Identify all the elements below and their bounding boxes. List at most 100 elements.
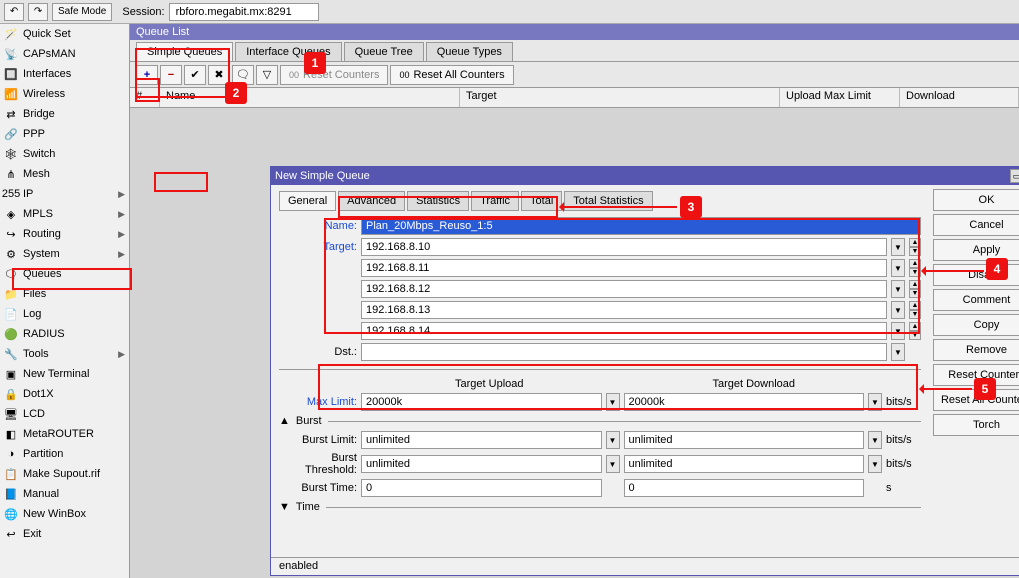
apply-button[interactable]: Apply [933,239,1019,261]
time-section-toggle[interactable]: ▼Time [279,501,921,513]
col-upmax[interactable]: Upload Max Limit [780,88,900,107]
reset-all-counters-button[interactable]: 00Reset All Counters [390,65,513,85]
dialog-tab-general[interactable]: General [279,191,336,211]
name-input[interactable] [361,217,921,235]
add-button[interactable]: + [136,65,158,85]
target-down-0[interactable]: ▼ [909,247,921,256]
col-target[interactable]: Target [460,88,780,107]
remove-button[interactable]: − [160,65,182,85]
burst-threshold-download-input[interactable] [624,455,865,473]
target-down-1[interactable]: ▼ [909,268,921,277]
remove-button[interactable]: Remove [933,339,1019,361]
max-limit-download-dropdown[interactable]: ▼ [868,393,882,411]
sidebar-item-ip[interactable]: 255IP▶ [0,184,129,204]
safe-mode-button[interactable]: Safe Mode [52,3,112,21]
sidebar-item-lcd[interactable]: 🖥LCD [0,404,129,424]
burst-threshold-upload-dropdown[interactable]: ▼ [606,455,620,473]
sidebar-item-quick-set[interactable]: 🪄Quick Set [0,24,129,44]
sidebar-item-dot1x[interactable]: 🔒Dot1X [0,384,129,404]
dst-dropdown[interactable]: ▼ [891,343,905,361]
sidebar-item-make-supout-rif[interactable]: 📋Make Supout.rif [0,464,129,484]
target-down-3[interactable]: ▼ [909,310,921,319]
target-dropdown-4[interactable]: ▼ [891,322,905,340]
tab-interface-queues[interactable]: Interface Queues [235,42,341,61]
col-down[interactable]: Download [900,88,1019,107]
dialog-tab-total[interactable]: Total [521,191,562,211]
ok-button[interactable]: OK [933,189,1019,211]
target-dropdown-3[interactable]: ▼ [891,301,905,319]
sidebar-item-bridge[interactable]: ⇄Bridge [0,104,129,124]
sidebar-item-capsman[interactable]: 📡CAPsMAN [0,44,129,64]
cancel-button[interactable]: Cancel [933,214,1019,236]
sidebar-item-ppp[interactable]: 🔗PPP [0,124,129,144]
sidebar-item-wireless[interactable]: 📶Wireless [0,84,129,104]
burst-limit-download-dropdown[interactable]: ▼ [868,431,882,449]
redo-button[interactable]: ↷ [28,3,48,21]
dialog-tab-statistics[interactable]: Statistics [407,191,469,211]
target-input-1[interactable] [361,259,887,277]
target-input-3[interactable] [361,301,887,319]
dialog-tab-total-statistics[interactable]: Total Statistics [564,191,652,211]
tab-queue-tree[interactable]: Queue Tree [344,42,424,61]
target-up-4[interactable]: ▲ [909,322,921,331]
max-limit-download-input[interactable] [624,393,865,411]
sidebar-item-radius[interactable]: 🟢RADIUS [0,324,129,344]
burst-time-download-input[interactable] [624,479,865,497]
comment-button[interactable]: 🗨 [232,65,254,85]
filter-button[interactable]: ▽ [256,65,278,85]
burst-limit-upload-dropdown[interactable]: ▼ [606,431,620,449]
sidebar-item-manual[interactable]: 📘Manual [0,484,129,504]
sidebar-item-switch[interactable]: 🕸Switch [0,144,129,164]
sidebar-item-exit[interactable]: ↩Exit [0,524,129,544]
dialog-tab-traffic[interactable]: Traffic [471,191,519,211]
target-down-4[interactable]: ▼ [909,331,921,340]
dst-input[interactable] [361,343,887,361]
dialog-tab-advanced[interactable]: Advanced [338,191,405,211]
target-up-2[interactable]: ▲ [909,280,921,289]
target-up-0[interactable]: ▲ [909,238,921,247]
enable-button[interactable]: ✔ [184,65,206,85]
torch-button[interactable]: Torch [933,414,1019,436]
sidebar-item-metarouter[interactable]: ◧MetaROUTER [0,424,129,444]
sidebar-item-mesh[interactable]: ⋔Mesh [0,164,129,184]
sidebar-item-system[interactable]: ⚙System▶ [0,244,129,264]
sidebar-item-new-winbox[interactable]: 🌐New WinBox [0,504,129,524]
reset-counters-button[interactable]: 00Reset Counters [280,65,388,85]
burst-time-upload-input[interactable] [361,479,602,497]
tab-queue-types[interactable]: Queue Types [426,42,513,61]
undo-button[interactable]: ↶ [4,3,24,21]
max-limit-upload-input[interactable] [361,393,602,411]
reset-all-counters-button[interactable]: Reset All Counters [933,389,1019,411]
sidebar-item-log[interactable]: 📄Log [0,304,129,324]
col-num[interactable]: # [130,88,160,107]
sidebar-item-partition[interactable]: ◑Partition [0,444,129,464]
tab-simple-queues[interactable]: Simple Queues [136,42,233,61]
target-dropdown-0[interactable]: ▼ [891,238,905,256]
disable-button[interactable]: Disable [933,264,1019,286]
dialog-min-button[interactable]: ▭ [1010,169,1019,183]
burst-section-toggle[interactable]: ▲Burst [279,415,921,427]
sidebar-item-new-terminal[interactable]: ▣New Terminal [0,364,129,384]
sidebar-item-interfaces[interactable]: 🔲Interfaces [0,64,129,84]
sidebar-item-files[interactable]: 📁Files [0,284,129,304]
sidebar-item-queues[interactable]: 🗨Queues [0,264,129,284]
disable-button[interactable]: ✖ [208,65,230,85]
col-name[interactable]: Name [160,88,460,107]
comment-button[interactable]: Comment [933,289,1019,311]
sidebar-item-mpls[interactable]: ◈MPLS▶ [0,204,129,224]
target-up-1[interactable]: ▲ [909,259,921,268]
sidebar-item-tools[interactable]: 🔧Tools▶ [0,344,129,364]
max-limit-upload-dropdown[interactable]: ▼ [606,393,620,411]
target-input-0[interactable] [361,238,887,256]
target-dropdown-2[interactable]: ▼ [891,280,905,298]
target-input-4[interactable] [361,322,887,340]
burst-limit-upload-input[interactable] [361,431,602,449]
burst-limit-download-input[interactable] [624,431,865,449]
burst-threshold-download-dropdown[interactable]: ▼ [868,455,882,473]
target-input-2[interactable] [361,280,887,298]
sidebar-item-routing[interactable]: ↪Routing▶ [0,224,129,244]
burst-threshold-upload-input[interactable] [361,455,602,473]
target-down-2[interactable]: ▼ [909,289,921,298]
copy-button[interactable]: Copy [933,314,1019,336]
target-dropdown-1[interactable]: ▼ [891,259,905,277]
